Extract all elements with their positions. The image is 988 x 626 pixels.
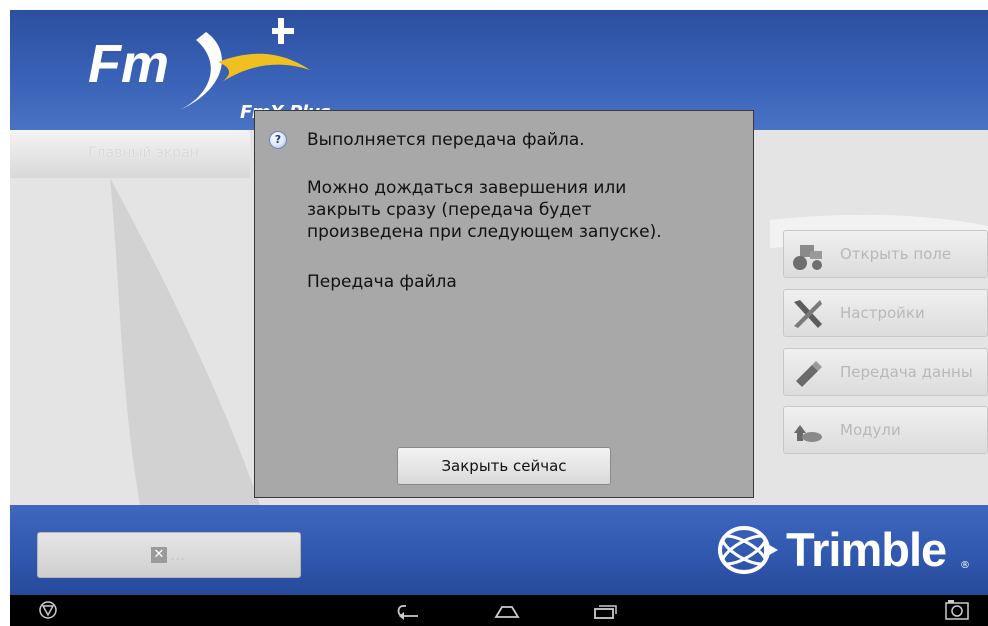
tab-main-label: Главный экран	[88, 145, 199, 161]
dialog-message-line3: произведена при следующем запуске).	[307, 222, 662, 242]
registered-mark: ®	[960, 560, 970, 571]
open-field-button[interactable]: Открыть поле	[783, 230, 988, 278]
dialog-message-line1: Можно дождаться завершения или	[307, 178, 627, 198]
data-transfer-label: Передача данны	[840, 363, 973, 381]
footer: ✕ ... Trimble ®	[10, 505, 988, 595]
tractor-icon	[793, 245, 822, 270]
trimble-logo: Trimble ®	[714, 520, 974, 580]
settings-label: Настройки	[840, 304, 925, 322]
shield-logo-icon[interactable]	[36, 595, 60, 626]
data-transfer-button[interactable]: Передача данны	[783, 348, 988, 396]
question-icon: ?	[269, 131, 287, 149]
dialog-message-line2: закрыть сразу (передача будет	[307, 200, 592, 220]
system-navbar	[10, 595, 988, 626]
quit-button[interactable]: ✕ ...	[37, 532, 301, 578]
usb-stick-icon	[796, 361, 822, 387]
back-icon[interactable]	[394, 595, 424, 626]
screen: Fm FmX Plus Главный экран Открыть поле	[10, 10, 988, 626]
dialog-status: Передача файла	[307, 272, 457, 292]
settings-button[interactable]: Настройки	[783, 289, 988, 337]
modules-icon	[794, 425, 822, 442]
dialog-title: Выполняется передача файла.	[307, 130, 585, 150]
close-icon: ✕	[151, 547, 167, 563]
tools-icon	[794, 300, 822, 328]
open-field-label: Открыть поле	[840, 245, 952, 263]
svg-text:Fm: Fm	[88, 34, 169, 94]
modules-button[interactable]: Модули	[783, 406, 988, 454]
tab-main-screen[interactable]: Главный экран	[10, 130, 250, 178]
close-now-button[interactable]: Закрыть сейчас	[397, 447, 611, 485]
recents-icon[interactable]	[590, 595, 620, 626]
trimble-brand: Trimble	[786, 523, 947, 576]
home-icon[interactable]	[492, 595, 522, 626]
quit-label: ...	[170, 545, 186, 564]
globe-icon	[718, 526, 778, 574]
screenshot-icon[interactable]	[942, 595, 972, 626]
modules-label: Модули	[840, 421, 901, 439]
file-transfer-dialog: ? Выполняется передача файла. Можно дожд…	[254, 110, 754, 498]
